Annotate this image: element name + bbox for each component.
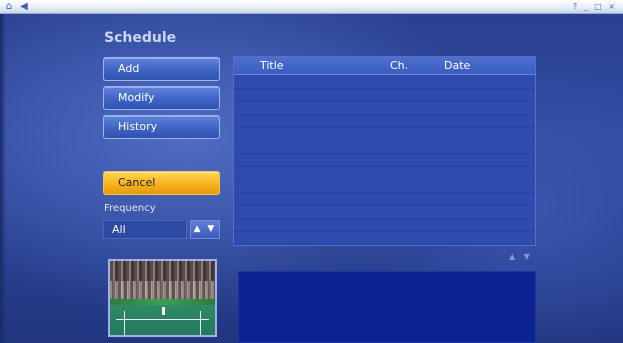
list-rows: [234, 76, 535, 245]
left-edge-shade: [0, 14, 6, 343]
preview-court-line: [200, 311, 201, 335]
video-preview-thumbnail[interactable]: [108, 259, 217, 337]
back-arrow-icon[interactable]: ◀: [18, 1, 30, 13]
column-title[interactable]: Title: [260, 57, 284, 75]
preview-court-line: [116, 319, 209, 320]
page-title: Schedule: [104, 30, 177, 46]
schedule-list[interactable]: Title Ch. Date: [233, 56, 536, 246]
frequency-stepper[interactable]: ▲ ▼: [190, 220, 220, 239]
history-button[interactable]: History: [103, 115, 220, 139]
list-header: Title Ch. Date: [234, 57, 535, 75]
column-date[interactable]: Date: [444, 57, 470, 75]
preview-player: [162, 307, 165, 315]
preview-crowd-highlights: [110, 281, 215, 299]
add-button[interactable]: Add: [103, 57, 220, 81]
modify-button[interactable]: Modify: [103, 86, 220, 110]
preview-court-line: [124, 311, 125, 335]
window-controls[interactable]: ? _ □ ×: [573, 1, 617, 13]
home-icon[interactable]: ⌂: [3, 1, 15, 13]
cancel-button[interactable]: Cancel: [103, 171, 220, 195]
column-channel[interactable]: Ch.: [390, 57, 408, 75]
frequency-label: Frequency: [104, 203, 156, 214]
details-panel: [238, 271, 536, 343]
list-scroll-arrows[interactable]: ▲ ▼: [506, 251, 536, 263]
frequency-value[interactable]: All: [103, 220, 187, 239]
title-bar: ⌂ ◀ ? _ □ ×: [0, 0, 623, 14]
